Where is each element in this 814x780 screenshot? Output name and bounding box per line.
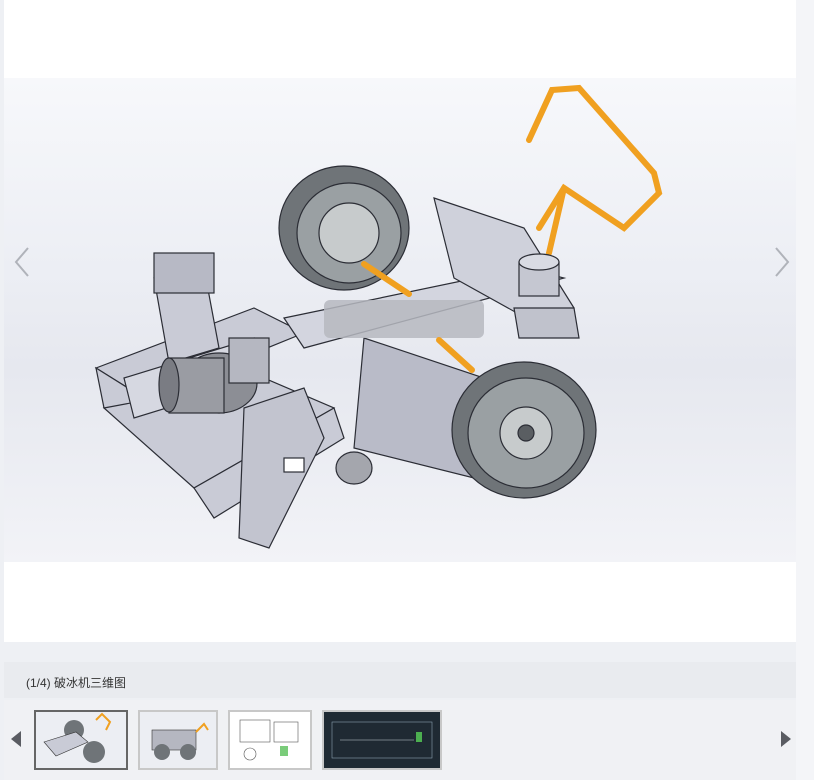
thumbnail-4[interactable] xyxy=(322,710,442,770)
thumbnail-3-image xyxy=(230,712,310,768)
thumbnail-4-image xyxy=(324,712,440,768)
main-image[interactable] xyxy=(4,78,796,562)
triangle-left-icon[interactable] xyxy=(10,730,22,748)
prev-image-button[interactable] xyxy=(10,244,32,280)
chevron-left-icon xyxy=(14,247,29,277)
thumbnail-1-image xyxy=(36,712,126,768)
thumbnail-2[interactable] xyxy=(138,710,218,770)
thumbnail-3[interactable] xyxy=(228,710,312,770)
ice-breaker-3d-render xyxy=(94,84,663,549)
thumbnail-strip xyxy=(4,700,796,780)
scroll-gutter xyxy=(796,0,814,780)
image-caption: (1/4) 破冰机三维图 xyxy=(26,676,127,690)
chevron-right-icon xyxy=(775,247,790,277)
caption-bar: (1/4) 破冰机三维图 xyxy=(4,662,796,698)
triangle-right-icon[interactable] xyxy=(780,730,792,748)
next-image-button[interactable] xyxy=(772,244,794,280)
thumbnail-2-image xyxy=(140,712,216,768)
thumbnail-1[interactable] xyxy=(34,710,128,770)
image-viewer xyxy=(4,0,796,642)
